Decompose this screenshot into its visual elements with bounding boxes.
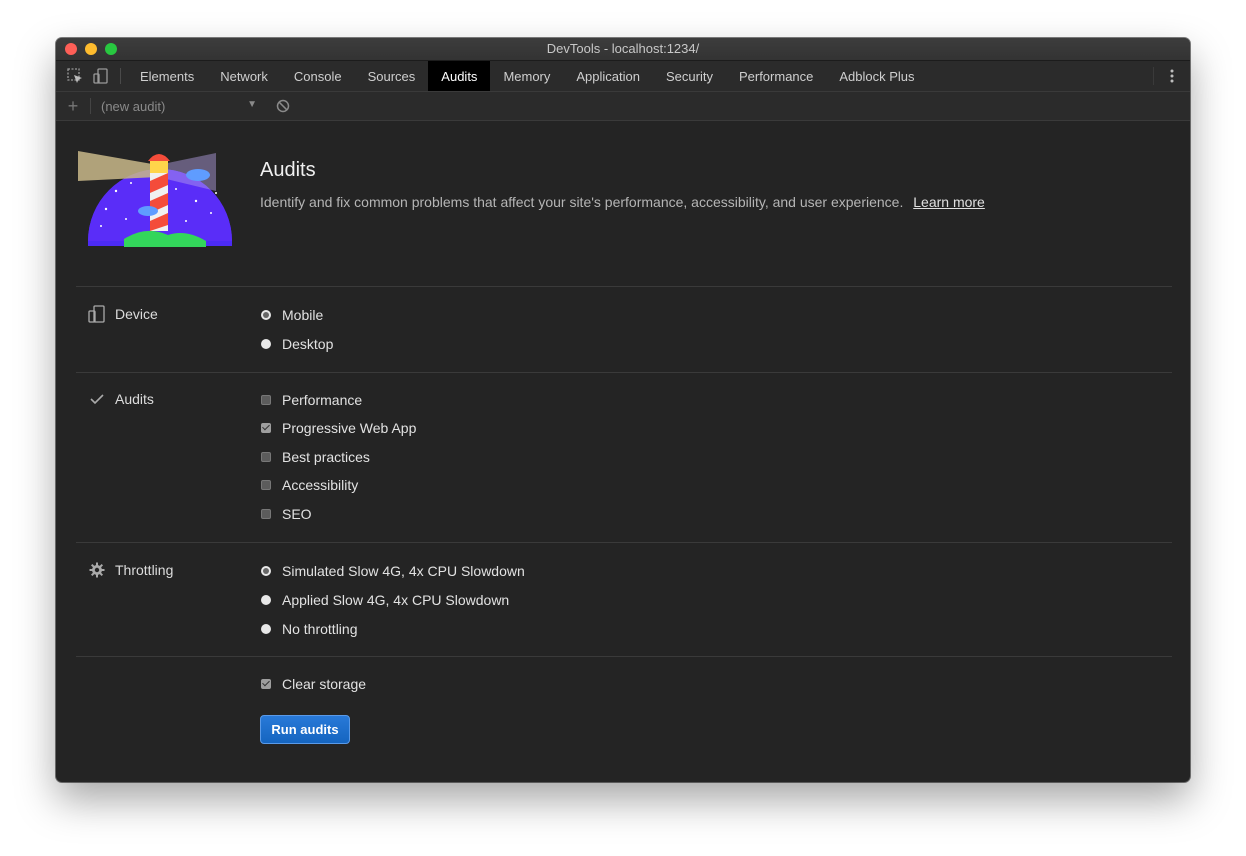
audit-report-select[interactable]: (new audit) ▼ xyxy=(91,99,261,114)
tab-console[interactable]: Console xyxy=(281,61,355,91)
checkbox-performance[interactable]: Performance xyxy=(261,392,362,408)
tab-security[interactable]: Security xyxy=(653,61,726,91)
section-divider xyxy=(76,286,1172,287)
tab-memory[interactable]: Memory xyxy=(490,61,563,91)
option-label: SEO xyxy=(282,506,312,522)
radio-button[interactable] xyxy=(261,339,271,349)
checkmark-icon xyxy=(88,390,106,408)
device-label: Device xyxy=(115,306,158,322)
throttling-section-label: Throttling xyxy=(88,561,173,579)
dropdown-arrow-icon: ▼ xyxy=(247,98,257,110)
checkbox-seo[interactable]: SEO xyxy=(261,506,312,522)
window-title: DevTools - localhost:1234/ xyxy=(546,41,700,56)
tab-adblock-plus[interactable]: Adblock Plus xyxy=(826,61,927,91)
checkbox-accessibility[interactable]: Accessibility xyxy=(261,477,358,493)
section-divider xyxy=(76,542,1172,543)
option-label: Mobile xyxy=(282,307,324,323)
checkbox[interactable] xyxy=(261,679,271,689)
radio-no-throttling[interactable]: No throttling xyxy=(261,621,357,637)
tab-sources[interactable]: Sources xyxy=(355,61,429,91)
lighthouse-logo xyxy=(78,151,232,247)
option-label: Desktop xyxy=(282,336,334,352)
option-label: No throttling xyxy=(282,621,358,637)
description-text: Identify and fix common problems that af… xyxy=(260,194,904,210)
page-description: Identify and fix common problems that af… xyxy=(260,194,985,210)
title-bar: DevTools - localhost:1234/ xyxy=(56,38,1190,61)
option-label: Best practices xyxy=(282,449,370,465)
radio-desktop[interactable]: Desktop xyxy=(261,336,333,352)
checkbox-best-practices[interactable]: Best practices xyxy=(261,449,370,465)
radio-applied-slow-4g[interactable]: Applied Slow 4G, 4x CPU Slowdown xyxy=(261,592,509,608)
tab-audits[interactable]: Audits xyxy=(428,61,491,91)
device-icon xyxy=(88,305,106,323)
checkbox[interactable] xyxy=(261,395,271,405)
option-label: Accessibility xyxy=(282,477,359,493)
radio-button[interactable] xyxy=(261,310,271,320)
radio-mobile[interactable]: Mobile xyxy=(261,307,323,323)
gear-icon xyxy=(88,561,106,579)
clear-all-icon[interactable] xyxy=(276,99,290,113)
audits-toolbar: + (new audit) ▼ xyxy=(56,92,1190,121)
device-section-label: Device xyxy=(88,305,158,323)
page-title: Audits xyxy=(260,159,316,181)
option-label: Performance xyxy=(282,392,363,408)
audits-label: Audits xyxy=(115,391,154,407)
option-label: Simulated Slow 4G, 4x CPU Slowdown xyxy=(282,563,525,579)
checkbox-progressive-web-app[interactable]: Progressive Web App xyxy=(261,420,416,436)
toolbar-divider xyxy=(120,68,121,84)
section-divider xyxy=(76,372,1172,373)
radio-button[interactable] xyxy=(261,595,271,605)
devtools-window: DevTools - localhost:1234/ Elements Netw… xyxy=(56,38,1190,782)
audits-section-label: Audits xyxy=(88,390,154,408)
section-divider xyxy=(76,656,1172,657)
checkbox[interactable] xyxy=(261,452,271,462)
device-toolbar-icon[interactable] xyxy=(88,61,114,91)
learn-more-link[interactable]: Learn more xyxy=(913,194,985,210)
checkbox-clear-storage[interactable]: Clear storage xyxy=(261,676,366,692)
checkbox[interactable] xyxy=(261,423,271,433)
tab-performance[interactable]: Performance xyxy=(726,61,826,91)
tab-elements[interactable]: Elements xyxy=(127,61,207,91)
checkbox[interactable] xyxy=(261,509,271,519)
option-label: Clear storage xyxy=(282,676,367,692)
option-label: Applied Slow 4G, 4x CPU Slowdown xyxy=(282,592,510,608)
option-label: Progressive Web App xyxy=(282,420,417,436)
more-options-icon[interactable] xyxy=(1153,67,1190,85)
inspect-element-icon[interactable] xyxy=(62,61,88,91)
tab-network[interactable]: Network xyxy=(207,61,281,91)
tab-application[interactable]: Application xyxy=(563,61,653,91)
radio-button[interactable] xyxy=(261,566,271,576)
radio-simulated-slow-4g[interactable]: Simulated Slow 4G, 4x CPU Slowdown xyxy=(261,563,525,579)
audit-select-value: (new audit) xyxy=(101,98,166,114)
throttling-label: Throttling xyxy=(115,562,174,578)
audits-panel: Audits Identify and fix common problems … xyxy=(56,121,1190,782)
panel-tab-bar: Elements Network Console Sources Audits … xyxy=(56,61,1190,92)
new-audit-plus-icon[interactable]: + xyxy=(56,96,90,117)
checkbox[interactable] xyxy=(261,480,271,490)
radio-button[interactable] xyxy=(261,624,271,634)
run-audits-button[interactable]: Run audits xyxy=(260,715,350,744)
